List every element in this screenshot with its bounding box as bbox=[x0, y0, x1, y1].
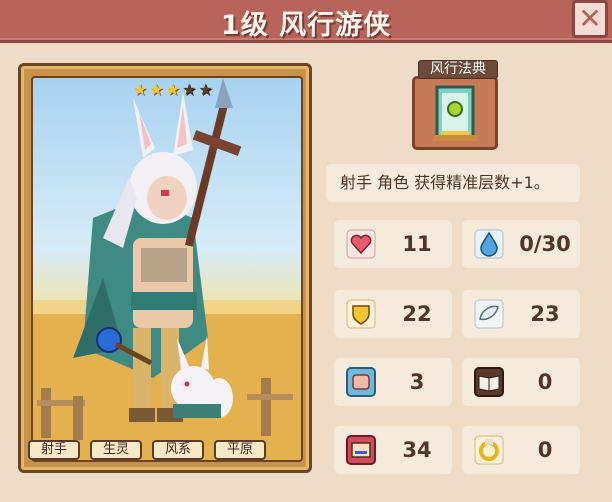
relic-label: 风行法典 bbox=[418, 60, 498, 79]
stat-mana: 0/30 bbox=[462, 220, 580, 268]
stat-book: 0 bbox=[462, 358, 580, 406]
star-empty-icon: ★ bbox=[182, 80, 197, 99]
fist-icon bbox=[346, 367, 376, 397]
stat-armor: 22 bbox=[334, 290, 452, 338]
stat-gold: 0 bbox=[462, 426, 580, 474]
tag-plains[interactable]: 平原 bbox=[214, 440, 266, 460]
stat-block: 34 bbox=[334, 426, 452, 474]
health-value: 11 bbox=[402, 232, 432, 256]
tag-archer[interactable]: 射手 bbox=[28, 440, 80, 460]
trait-tags: 射手 生灵 风系 平原 bbox=[28, 440, 266, 460]
gold-value: 0 bbox=[537, 438, 553, 462]
character-portrait: ★ ★ ★ ★ ★ bbox=[31, 76, 303, 462]
wind-feather-icon bbox=[474, 299, 504, 329]
tag-wind[interactable]: 风系 bbox=[152, 440, 204, 460]
close-button[interactable]: ✕ bbox=[572, 0, 608, 38]
armor-value: 22 bbox=[402, 302, 432, 326]
block-value: 34 bbox=[402, 438, 432, 462]
scroll-icon bbox=[346, 435, 376, 465]
star-rating: ★ ★ ★ ★ ★ bbox=[133, 82, 213, 98]
water-drop-icon bbox=[474, 229, 504, 259]
heart-icon bbox=[346, 229, 376, 259]
character-card: ★ ★ ★ ★ ★ bbox=[18, 63, 312, 473]
star-empty-icon: ★ bbox=[198, 80, 213, 99]
ranger-character-art bbox=[33, 78, 301, 460]
star-filled-icon: ★ bbox=[165, 80, 181, 99]
stat-speed: 23 bbox=[462, 290, 580, 338]
mana-value: 0/30 bbox=[519, 232, 571, 256]
book-value: 0 bbox=[537, 370, 553, 394]
header-bar: 1级 风行游侠 ✕ bbox=[0, 0, 612, 43]
book-relic-icon bbox=[433, 85, 477, 141]
open-book-icon bbox=[474, 367, 504, 397]
stat-attack: 3 bbox=[334, 358, 452, 406]
ability-description: 射手 角色 获得精准层数+1。 bbox=[326, 164, 580, 202]
hero-title: 1级 风行游侠 bbox=[220, 10, 392, 41]
horseshoe-icon bbox=[474, 435, 504, 465]
relic-slot[interactable] bbox=[412, 76, 498, 150]
attack-value: 3 bbox=[409, 370, 425, 394]
star-filled-icon: ★ bbox=[149, 80, 164, 99]
close-icon: ✕ bbox=[578, 2, 602, 35]
star-filled-icon: ★ bbox=[133, 80, 148, 99]
tag-creature[interactable]: 生灵 bbox=[90, 440, 142, 460]
stat-health: 11 bbox=[334, 220, 452, 268]
shield-icon bbox=[346, 299, 376, 329]
speed-value: 23 bbox=[530, 302, 560, 326]
